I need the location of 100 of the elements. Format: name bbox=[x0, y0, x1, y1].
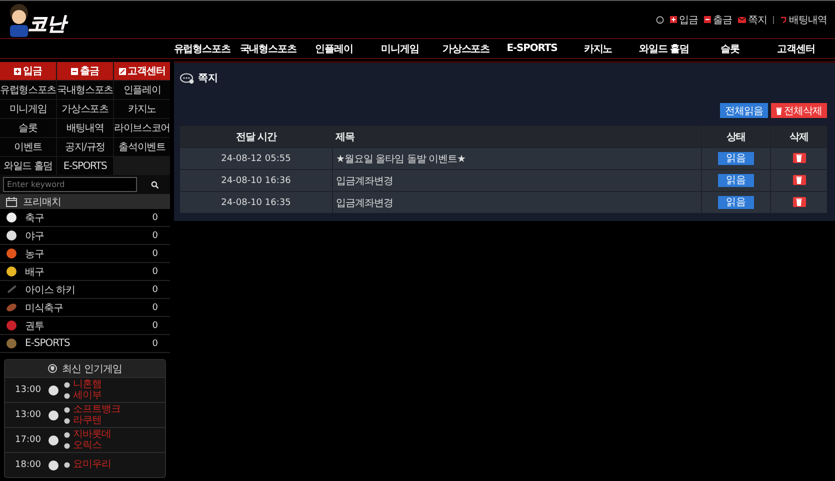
team-name: 요미우리 bbox=[73, 460, 111, 470]
table-cell: 24-08-10 16:36 bbox=[180, 170, 332, 192]
top-link[interactable]: 입금 bbox=[670, 12, 698, 26]
nav-link[interactable]: 고객센터 bbox=[763, 42, 829, 56]
page-title: 쪽지 bbox=[198, 72, 218, 85]
table-cell: 24-08-12 05:55 bbox=[180, 148, 332, 170]
plus-icon bbox=[14, 68, 21, 74]
sport-row[interactable]: 미식축구 0 bbox=[0, 299, 170, 317]
sport-row[interactable]: 야구 0 bbox=[0, 227, 170, 245]
team-name: 소프트뱅크 bbox=[73, 404, 120, 414]
quick-button[interactable]: 고객센터 bbox=[114, 62, 170, 80]
game-time: 17:00 bbox=[15, 435, 42, 445]
game-row[interactable]: 13:00 니혼햄 세이부 bbox=[5, 377, 165, 402]
sidebar-menu-item[interactable]: E-SPORTS bbox=[57, 157, 113, 175]
top-link[interactable]: 출금 bbox=[704, 12, 732, 26]
top-link[interactable]: 배팅내역 bbox=[780, 12, 827, 26]
read-button[interactable]: 읽음 bbox=[718, 196, 754, 209]
nav-link[interactable]: 유럽형스포츠 bbox=[169, 42, 235, 56]
game-row[interactable]: 18:00 요미우리 bbox=[5, 452, 165, 477]
nav-link[interactable]: 카지노 bbox=[565, 42, 631, 56]
sidebar-menu-item[interactable]: 유럽형스포츠 bbox=[0, 81, 56, 99]
sport-count: 0 bbox=[152, 248, 158, 258]
sidebar-menu-item[interactable]: 라이브스코어 bbox=[114, 119, 170, 137]
nav-link[interactable]: E-SPORTS bbox=[499, 43, 565, 54]
nav-link[interactable]: 미니게임 bbox=[367, 42, 433, 56]
delete-button[interactable] bbox=[792, 152, 806, 162]
delete-button[interactable] bbox=[792, 196, 806, 206]
quick-button[interactable]: 입금 bbox=[0, 62, 56, 80]
read-button[interactable]: 읽음 bbox=[718, 174, 754, 187]
sidebar-menu-item[interactable]: 출석이벤트 bbox=[114, 138, 170, 156]
nav-link[interactable]: 가상스포츠 bbox=[433, 42, 499, 56]
read-button[interactable]: 읽음 bbox=[718, 152, 754, 165]
team-name: 니혼햄 bbox=[73, 380, 102, 390]
quick-button[interactable]: 출금 bbox=[57, 62, 113, 80]
sidebar-menu-item[interactable]: 배팅내역 bbox=[57, 119, 113, 137]
chat-bubble-icon bbox=[180, 72, 194, 84]
sidebar-menu-item[interactable]: 가상스포츠 bbox=[57, 100, 113, 118]
game-time: 18:00 bbox=[15, 460, 42, 470]
sport-count: 0 bbox=[152, 320, 158, 330]
column-header: 전달 시간 bbox=[180, 126, 332, 148]
nav-link[interactable]: 와일드 홀덤 bbox=[631, 42, 697, 56]
sidebar-menu-item[interactable]: 와일드 홀덤 bbox=[0, 157, 56, 175]
sport-name: 미식축구 bbox=[25, 302, 64, 314]
delete-button[interactable] bbox=[792, 174, 806, 184]
delete-all-button[interactable]: 전체삭제 bbox=[771, 103, 827, 118]
help-icon[interactable] bbox=[656, 16, 664, 24]
column-header: 제목 bbox=[332, 126, 702, 148]
baseball-icon bbox=[48, 410, 59, 420]
search-field[interactable]: Enter keyword bbox=[3, 177, 137, 192]
sidebar-menu-item[interactable]: 이벤트 bbox=[0, 138, 56, 156]
nav-link[interactable]: 인플레이 bbox=[301, 42, 367, 56]
table-cell: 24-08-10 16:35 bbox=[180, 192, 332, 213]
prematch-header[interactable]: 프리매치 bbox=[0, 194, 170, 209]
column-header: 삭제 bbox=[770, 126, 827, 148]
sport-count: 0 bbox=[152, 284, 158, 294]
sport-row[interactable]: 아이스 하키 0 bbox=[0, 281, 170, 299]
column-header: 상태 bbox=[702, 126, 770, 148]
sport-count: 0 bbox=[152, 302, 158, 312]
sidebar-menu-item[interactable]: 미니게임 bbox=[0, 100, 56, 118]
sport-count: 0 bbox=[152, 212, 158, 222]
game-time: 13:00 bbox=[15, 385, 42, 395]
search-icon[interactable] bbox=[151, 180, 159, 188]
message-subject-link[interactable]: 입금계좌변경 bbox=[332, 170, 702, 192]
sport-row[interactable]: E-SPORTS 0 bbox=[0, 335, 170, 353]
trash-icon bbox=[776, 106, 782, 114]
prematch-title: 프리매치 bbox=[23, 196, 61, 208]
sidebar-menu-item[interactable]: 카지노 bbox=[114, 100, 170, 118]
game-row[interactable]: 13:00 소프트뱅크 라쿠텐 bbox=[5, 402, 165, 427]
sidebar-menu-item[interactable]: 인플레이 bbox=[114, 81, 170, 99]
nav-link[interactable]: 국내형스포츠 bbox=[235, 42, 301, 56]
sidebar-menu-item[interactable]: 국내형스포츠 bbox=[57, 81, 113, 99]
edit-icon bbox=[118, 68, 126, 74]
sport-row[interactable]: 권투 0 bbox=[0, 317, 170, 335]
message-subject-link[interactable]: ★월요일 올타임 돌발 이벤트★ bbox=[332, 148, 702, 170]
game-row[interactable]: 17:00 지바롯데 오릭스 bbox=[5, 427, 165, 452]
message-subject-link[interactable]: 입금계좌변경 bbox=[332, 192, 702, 213]
plus-icon bbox=[670, 16, 677, 23]
sport-name: 축구 bbox=[25, 212, 45, 224]
sport-row[interactable]: 배구 0 bbox=[0, 263, 170, 281]
team-name: 세이부 bbox=[73, 390, 102, 400]
sport-count: 0 bbox=[152, 266, 158, 276]
sport-row[interactable]: 농구 0 bbox=[0, 245, 170, 263]
sport-count: 0 bbox=[152, 230, 158, 240]
popular-games-title: 최신 인기게임 bbox=[62, 362, 122, 376]
minus-icon bbox=[71, 68, 78, 74]
minus-icon bbox=[704, 16, 711, 23]
sport-name: 권투 bbox=[25, 320, 45, 332]
read-all-button[interactable]: 전체읽음 bbox=[720, 103, 768, 118]
sport-row[interactable]: 축구 0 bbox=[0, 209, 170, 227]
envelope-icon bbox=[738, 16, 746, 22]
game-time: 13:00 bbox=[15, 410, 42, 420]
team-logo-icon bbox=[64, 462, 70, 468]
sidebar-menu-item[interactable]: 슬롯 bbox=[0, 119, 56, 137]
top-link[interactable]: 쪽지 bbox=[738, 12, 767, 26]
baseball-icon bbox=[48, 434, 59, 446]
sport-name: E-SPORTS bbox=[25, 338, 71, 349]
site-logo[interactable]: 코난 bbox=[28, 10, 66, 36]
nav-link[interactable]: 슬롯 bbox=[697, 42, 763, 56]
sport-count: 0 bbox=[152, 338, 158, 348]
sidebar-menu-item[interactable]: 공지/규정 bbox=[57, 138, 113, 156]
